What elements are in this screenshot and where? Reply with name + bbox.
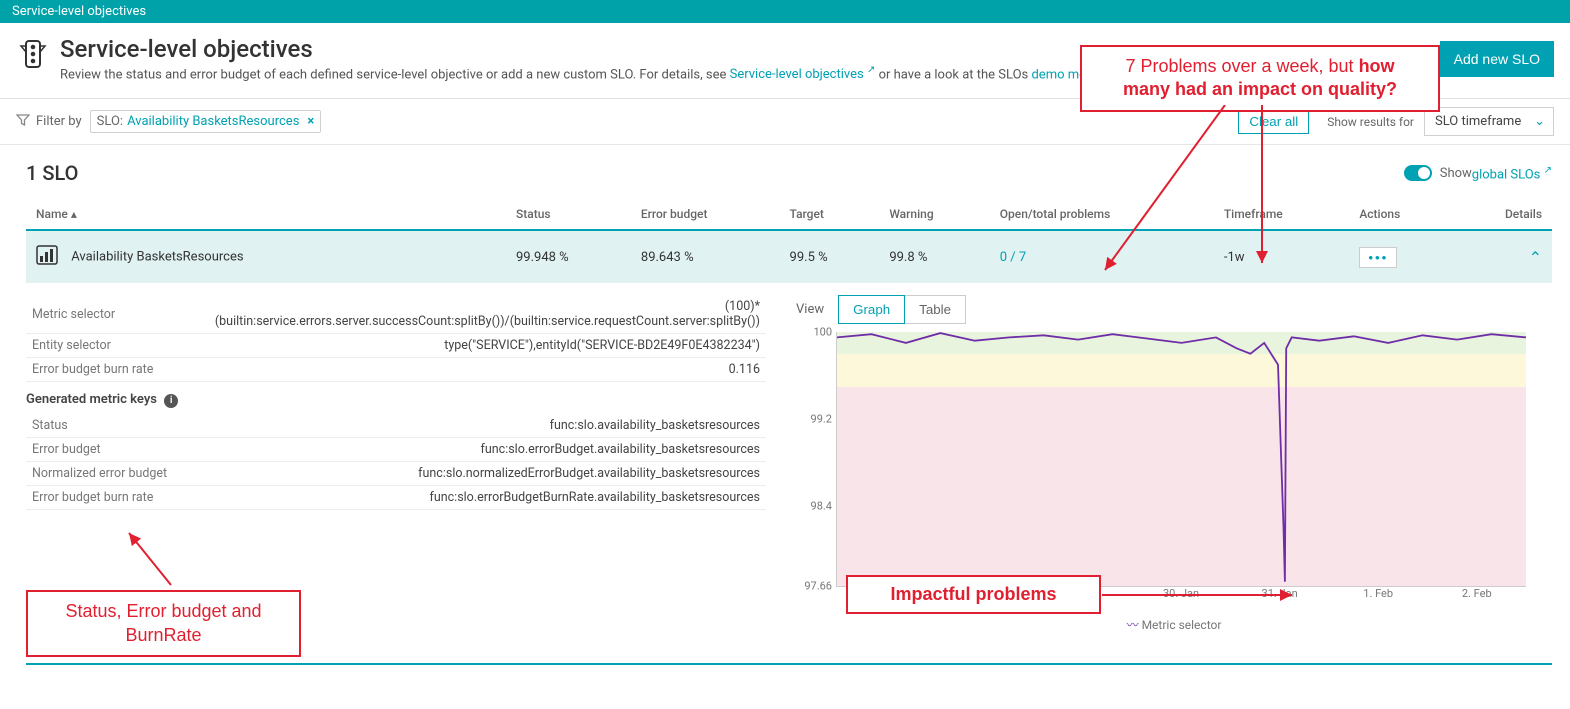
entity-selector-value: type("SERVICE"),entityId("SERVICE-BD2E49… <box>196 334 766 358</box>
gen-label: Error budget burn rate <box>26 486 196 510</box>
row-actions-button[interactable]: ••• <box>1359 247 1397 268</box>
chart-legend: 〰 Metric selector <box>796 616 1552 633</box>
col-timeframe[interactable]: Timeframe <box>1214 199 1349 230</box>
col-details: Details <box>1454 199 1552 230</box>
row-target: 99.5 % <box>780 230 880 283</box>
col-actions: Actions <box>1349 199 1454 230</box>
filter-label: Filter by <box>36 114 82 129</box>
meta-table: Metric selector(100)*(builtin:service.er… <box>26 295 766 382</box>
annotation-problems-box: 7 Problems over a week, but how many had… <box>1080 45 1440 112</box>
row-problems-link[interactable]: 0 / 7 <box>1000 250 1026 265</box>
row-error-budget: 89.643 % <box>631 230 780 283</box>
global-slos-link[interactable]: global SLOs ↗ <box>1472 165 1552 182</box>
generated-keys-table: Statusfunc:slo.availability_basketsresou… <box>26 414 766 510</box>
gen-label: Status <box>26 414 196 438</box>
col-name[interactable]: Name ▴ <box>26 199 506 230</box>
tab-table[interactable]: Table <box>905 295 966 324</box>
bar-chart-icon <box>36 254 61 269</box>
subtitle-text: or have a look at the SLOs <box>879 67 1032 82</box>
detail-panel: Metric selector(100)*(builtin:service.er… <box>26 295 1552 633</box>
slo-table: Name ▴ Status Error budget Target Warnin… <box>26 199 1552 283</box>
burn-rate-label: Error budget burn rate <box>26 358 196 382</box>
col-status[interactable]: Status <box>506 199 631 230</box>
info-icon[interactable]: i <box>164 394 178 408</box>
slo-count: 1 SLO <box>26 161 78 185</box>
timeframe-value: SLO timeframe <box>1435 114 1521 129</box>
chevron-down-icon: ⌄ <box>1534 114 1545 129</box>
row-warning: 99.8 % <box>879 230 989 283</box>
gen-label: Normalized error budget <box>26 462 196 486</box>
show-label: Show <box>1440 166 1472 181</box>
annotation-impactful-box: Impactful problems <box>846 575 1101 614</box>
metric-selector-label: Metric selector <box>26 295 196 334</box>
chip-value: Availability BasketsResources <box>127 114 299 129</box>
table-row[interactable]: Availability BasketsResources 99.948 % 8… <box>26 230 1552 283</box>
chip-key: SLO: <box>97 114 123 129</box>
collapse-icon[interactable]: ⌃ <box>1529 248 1542 267</box>
tab-graph[interactable]: Graph <box>838 295 905 324</box>
external-link-icon: ↗ <box>867 65 875 76</box>
show-results-label: Show results for <box>1327 115 1414 129</box>
filter-icon <box>16 113 30 131</box>
annotation-status-box: Status, Error budget and BurnRate <box>26 590 301 657</box>
subtitle-text: Review the status and error budget of ea… <box>60 67 730 82</box>
entity-selector-label: Entity selector <box>26 334 196 358</box>
show-global-toggle-area: Show global SLOs ↗ <box>1404 165 1552 182</box>
legend-swatch-icon: 〰 <box>1127 618 1139 632</box>
clear-all-button[interactable]: Clear all <box>1238 109 1309 134</box>
bottom-divider <box>26 663 1552 665</box>
row-name: Availability BasketsResources <box>71 250 243 265</box>
col-error-budget[interactable]: Error budget <box>631 199 780 230</box>
metric-selector-value: (100)*(builtin:service.errors.server.suc… <box>196 295 766 334</box>
gen-value: func:slo.errorBudgetBurnRate.availabilit… <box>196 486 766 510</box>
view-label: View <box>796 302 824 317</box>
gen-value: func:slo.errorBudget.availability_basket… <box>196 438 766 462</box>
row-status: 99.948 % <box>506 230 631 283</box>
generated-metric-heading: Generated metric keys i <box>26 382 766 414</box>
traffic-light-icon <box>16 37 50 75</box>
burn-rate-value: 0.116 <box>196 358 766 382</box>
add-new-slo-button[interactable]: Add new SLO <box>1440 41 1554 77</box>
col-warning[interactable]: Warning <box>879 199 989 230</box>
external-link-icon: ↗ <box>1544 165 1552 176</box>
col-target[interactable]: Target <box>780 199 880 230</box>
filter-chip[interactable]: SLO: Availability BasketsResources × <box>90 110 322 133</box>
gen-value: func:slo.normalizedErrorBudget.availabil… <box>196 462 766 486</box>
annotation-arrow <box>121 525 191 595</box>
breadcrumb: Service-level objectives <box>0 0 1570 23</box>
gen-value: func:slo.availability_basketsresources <box>196 414 766 438</box>
docs-link[interactable]: Service-level objectives ↗ <box>730 67 876 82</box>
legend-label: Metric selector <box>1142 618 1222 632</box>
row-timeframe: -1w <box>1214 230 1349 283</box>
col-problems[interactable]: Open/total problems <box>990 199 1214 230</box>
global-toggle[interactable] <box>1404 165 1432 181</box>
gen-label: Error budget <box>26 438 196 462</box>
slo-chart: 10099.298.497.66 27. Jan28. Jan29. Jan30… <box>796 332 1526 612</box>
chip-remove-icon[interactable]: × <box>307 114 314 129</box>
timeframe-select[interactable]: SLO timeframe ⌄ <box>1424 107 1554 136</box>
